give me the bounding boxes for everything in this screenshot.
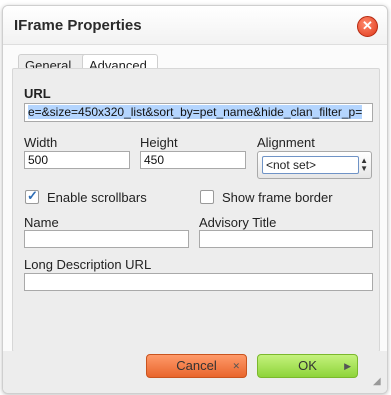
url-input[interactable]: e=&size=450x320_list&sort_by=pet_name&hi… [24,103,373,122]
height-label: Height [140,135,178,150]
alignment-select[interactable]: <not set> ▲ ▼ [257,151,372,179]
ok-label: OK [298,358,317,373]
ok-button[interactable]: OK ▶ [257,354,358,378]
url-label: URL [24,86,51,101]
show-frame-border-label: Show frame border [222,190,333,205]
dialog-footer: Cancel ✕ OK ▶ [3,351,387,393]
alignment-label: Alignment [257,135,315,150]
name-label: Name [24,215,59,230]
dialog-title: IFrame Properties [14,17,142,34]
checkmark-icon: ✓ [27,188,38,203]
width-input[interactable]: 500 [24,151,130,169]
general-panel: URL e=&size=450x320_list&sort_by=pet_nam… [12,68,380,352]
cancel-x-icon: ✕ [232,361,240,371]
cancel-button[interactable]: Cancel ✕ [146,354,247,378]
enable-scrollbars-label: Enable scrollbars [47,190,147,205]
url-value: e=&size=450x320_list&sort_by=pet_name&hi… [28,105,363,119]
name-input[interactable] [24,230,189,248]
advisory-title-input[interactable] [199,230,373,248]
iframe-properties-dialog: IFrame Properties ✕ General Advanced URL… [2,5,388,394]
show-frame-border-checkbox[interactable] [200,190,214,204]
long-description-label: Long Description URL [24,257,152,272]
close-icon[interactable]: ✕ [357,16,378,37]
select-arrows-icon: ▲ ▼ [360,156,368,173]
ok-arrow-icon: ▶ [344,361,351,371]
dialog-titlebar[interactable]: IFrame Properties ✕ [3,6,387,45]
width-label: Width [24,135,58,150]
cancel-label: Cancel [176,358,217,373]
long-description-input[interactable] [24,273,373,291]
resize-grip-icon[interactable]: ◢ [373,376,381,387]
advisory-title-label: Advisory Title [199,215,277,230]
height-input[interactable]: 450 [140,151,246,169]
alignment-value: <not set> [262,156,359,174]
enable-scrollbars-checkbox[interactable]: ✓ [25,188,39,204]
